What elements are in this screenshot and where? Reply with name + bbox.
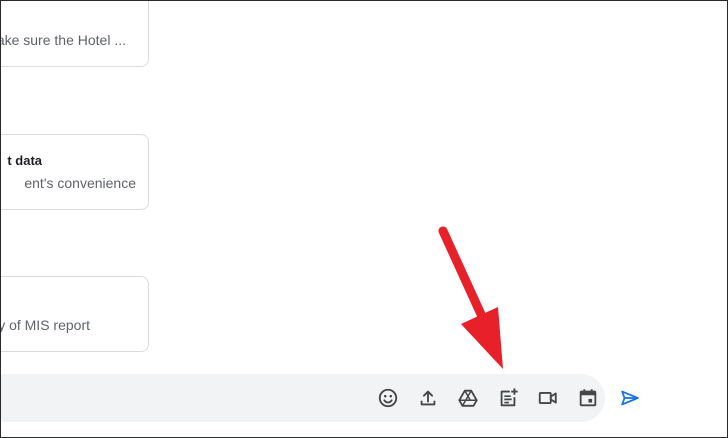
message-snippet: y of MIS report: [0, 317, 90, 333]
calendar-invite-button[interactable]: [576, 386, 600, 410]
upload-icon: [420, 390, 436, 406]
upload-button[interactable]: [416, 386, 440, 410]
send-button[interactable]: [618, 386, 642, 410]
message-snippet: ake sure the Hotel ...: [0, 32, 126, 48]
create-document-button[interactable]: [496, 386, 520, 410]
google-drive-button[interactable]: [456, 386, 480, 410]
chat-window: ake sure the Hotel ... t data ent's conv…: [0, 0, 728, 438]
video-meeting-icon: [538, 392, 557, 404]
message-card[interactable]: ake sure the Hotel ...: [0, 1, 149, 67]
message-card[interactable]: t data ent's convenience: [1, 134, 149, 210]
emoji-icon: [378, 388, 398, 408]
google-drive-icon: [458, 389, 478, 407]
message-snippet: ent's convenience: [24, 175, 136, 191]
emoji-button[interactable]: [376, 386, 400, 410]
message-card[interactable]: y of MIS report: [0, 276, 149, 352]
calendar-invite-icon: [579, 389, 597, 407]
message-title: t data: [7, 153, 42, 168]
create-document-icon: [500, 388, 518, 407]
video-meeting-button[interactable]: [536, 386, 560, 410]
send-icon: [621, 390, 639, 406]
